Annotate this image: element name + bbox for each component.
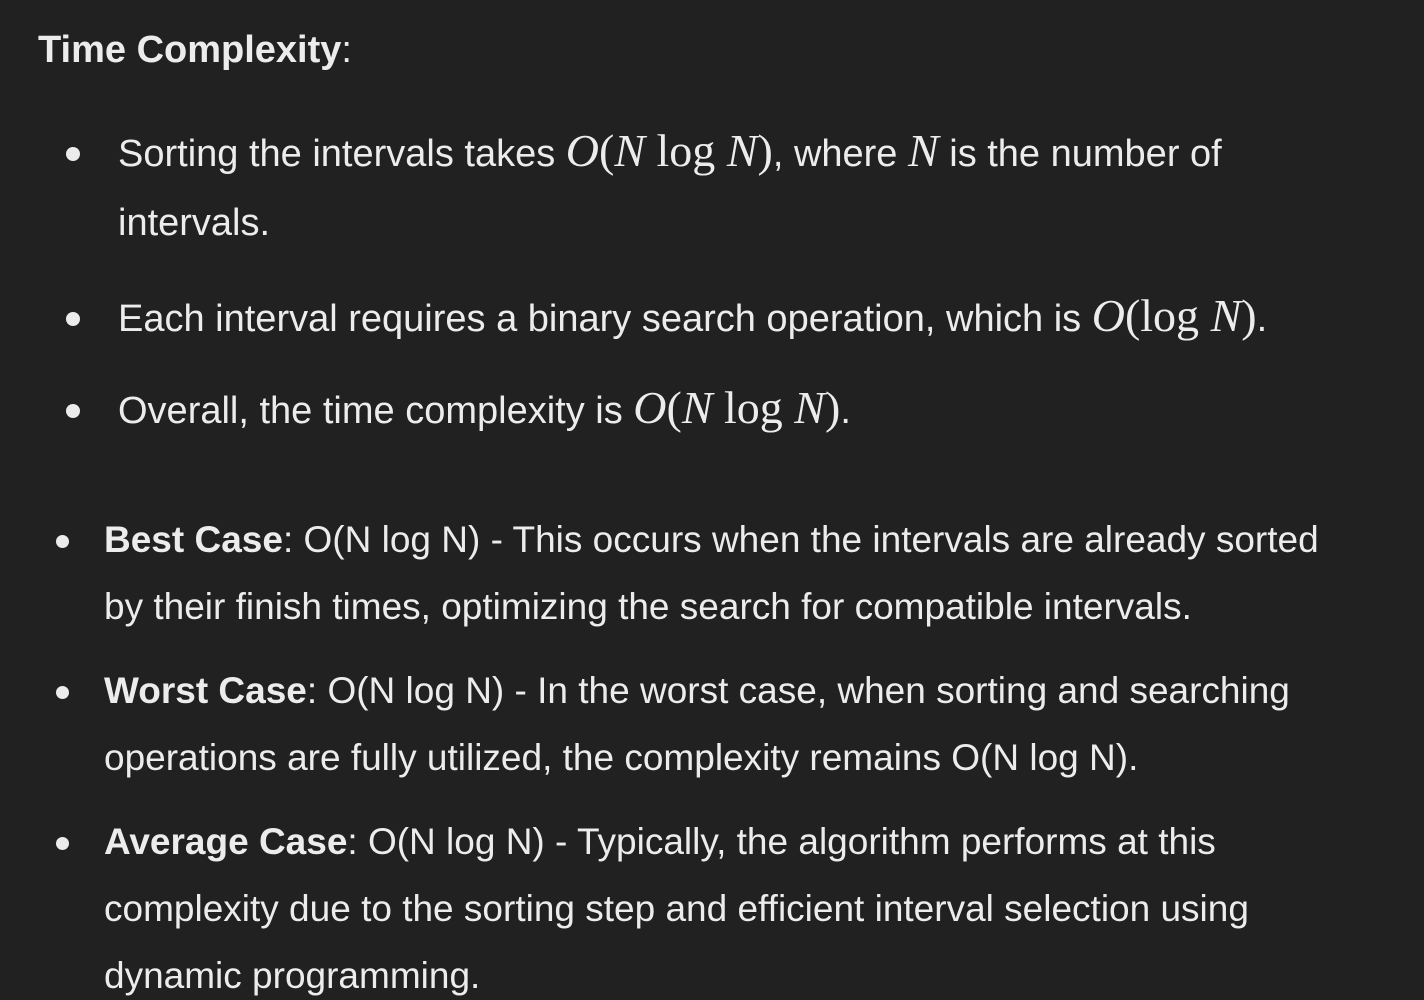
bullet-dot: [66, 147, 80, 161]
list-item-line: Worst Case: O(N log N) - In the worst ca…: [104, 670, 1290, 711]
case-label: Average Case: [104, 821, 348, 862]
bullet-dot: [56, 837, 69, 850]
list-item-line: intervals.: [118, 202, 271, 244]
list-item-line: Average Case: O(N log N) - Typically, th…: [104, 821, 1216, 862]
heading-colon: :: [341, 29, 352, 71]
list-item-line: Sorting the intervals takes O(N log N), …: [118, 125, 1222, 176]
list-item-line: Best Case: O(N log N) - This occurs when…: [104, 519, 1319, 560]
math-variable: N: [908, 125, 939, 176]
list-item-line: dynamic programming.: [104, 955, 481, 996]
math-expression: O(N log N): [565, 125, 773, 176]
bullet-dot: [56, 686, 69, 699]
math-expression: O(N log N): [633, 382, 841, 433]
section-heading: Time Complexity:: [38, 27, 352, 73]
bullet-dot: [66, 312, 80, 326]
list-item-line: operations are fully utilized, the compl…: [104, 737, 1139, 778]
case-label: Best Case: [104, 519, 283, 560]
response-content: Time Complexity: Sorting the intervals t…: [0, 0, 1424, 1000]
list-item-line: complexity due to the sorting step and e…: [104, 888, 1249, 929]
list-item-line: Overall, the time complexity is O(N log …: [118, 382, 851, 433]
case-label: Worst Case: [104, 670, 307, 711]
bullet-dot: [66, 404, 80, 418]
list-item-line: by their finish times, optimizing the se…: [104, 586, 1192, 627]
list-item-line: Each interval requires a binary search o…: [118, 290, 1268, 341]
bullet-dot: [56, 535, 69, 548]
math-expression: O(log N): [1091, 290, 1257, 341]
heading-title: Time Complexity: [38, 29, 342, 71]
